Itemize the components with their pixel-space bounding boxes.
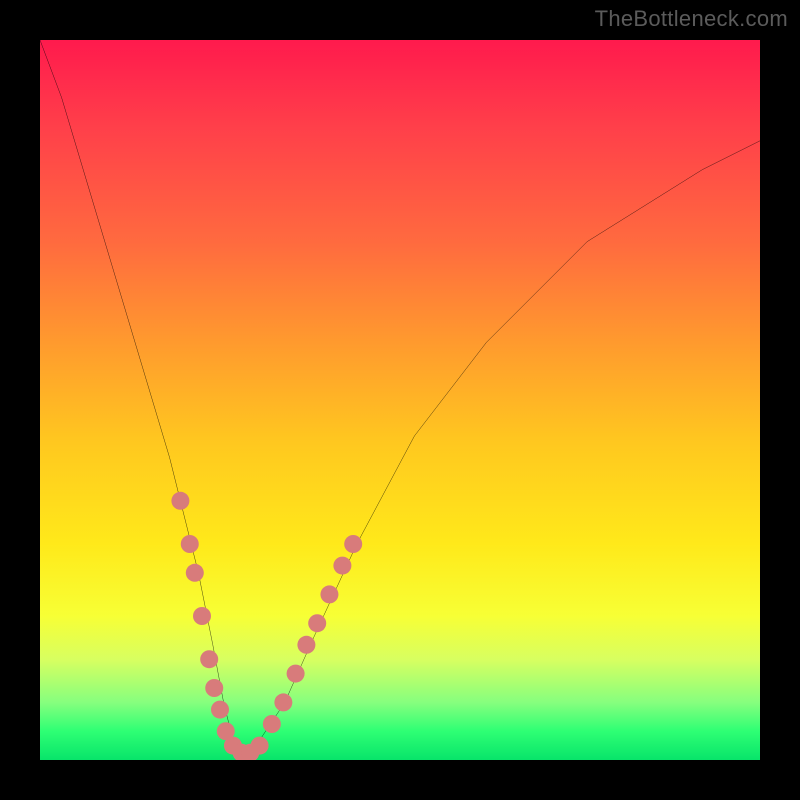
marker-dot [211, 701, 229, 719]
plot-area [40, 40, 760, 760]
marker-dot [200, 650, 218, 668]
marker-dot [181, 535, 199, 553]
marker-dot [333, 557, 351, 575]
marker-dot [263, 715, 281, 733]
marker-dot [287, 665, 305, 683]
chart-frame: TheBottleneck.com [0, 0, 800, 800]
marker-dot [171, 492, 189, 510]
marker-dot [193, 607, 211, 625]
marker-dot [320, 585, 338, 603]
marker-dot [344, 535, 362, 553]
marker-group [171, 492, 362, 760]
marker-dot [308, 614, 326, 632]
watermark-text: TheBottleneck.com [595, 6, 788, 32]
marker-dot [251, 737, 269, 755]
marker-dot [297, 636, 315, 654]
marker-dot [205, 679, 223, 697]
marker-dot [274, 693, 292, 711]
curve-svg [40, 40, 760, 760]
marker-dot [186, 564, 204, 582]
bottleneck-curve [40, 40, 760, 760]
